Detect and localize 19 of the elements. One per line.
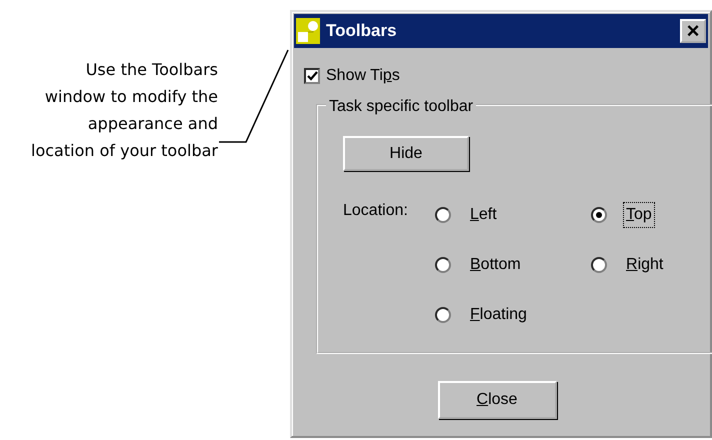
checkbox[interactable] xyxy=(304,68,320,84)
radio-button[interactable] xyxy=(591,207,607,223)
location-label: Location: xyxy=(343,201,409,221)
hide-button[interactable]: Hide xyxy=(343,136,469,171)
checkbox-label[interactable]: Show Tips xyxy=(326,64,400,88)
callout-text: Use the Toolbars window to modify the appearance and location of your toolbar xyxy=(30,59,218,162)
radio-label[interactable]: Bottom xyxy=(467,252,524,278)
close-icon[interactable]: × xyxy=(680,19,706,43)
radio-button[interactable] xyxy=(435,257,451,273)
window-title: Toolbars xyxy=(326,20,397,42)
radio-label[interactable]: Top xyxy=(623,202,655,228)
close-button[interactable]: Close xyxy=(438,381,556,419)
radio-label[interactable]: Right xyxy=(623,252,666,278)
radio-button[interactable] xyxy=(591,257,607,273)
radio-label[interactable]: Left xyxy=(467,202,500,228)
radio-label[interactable]: Floating xyxy=(467,302,530,328)
radio-button[interactable] xyxy=(435,307,451,323)
app-icon xyxy=(296,18,320,44)
radio-button[interactable] xyxy=(435,207,451,223)
